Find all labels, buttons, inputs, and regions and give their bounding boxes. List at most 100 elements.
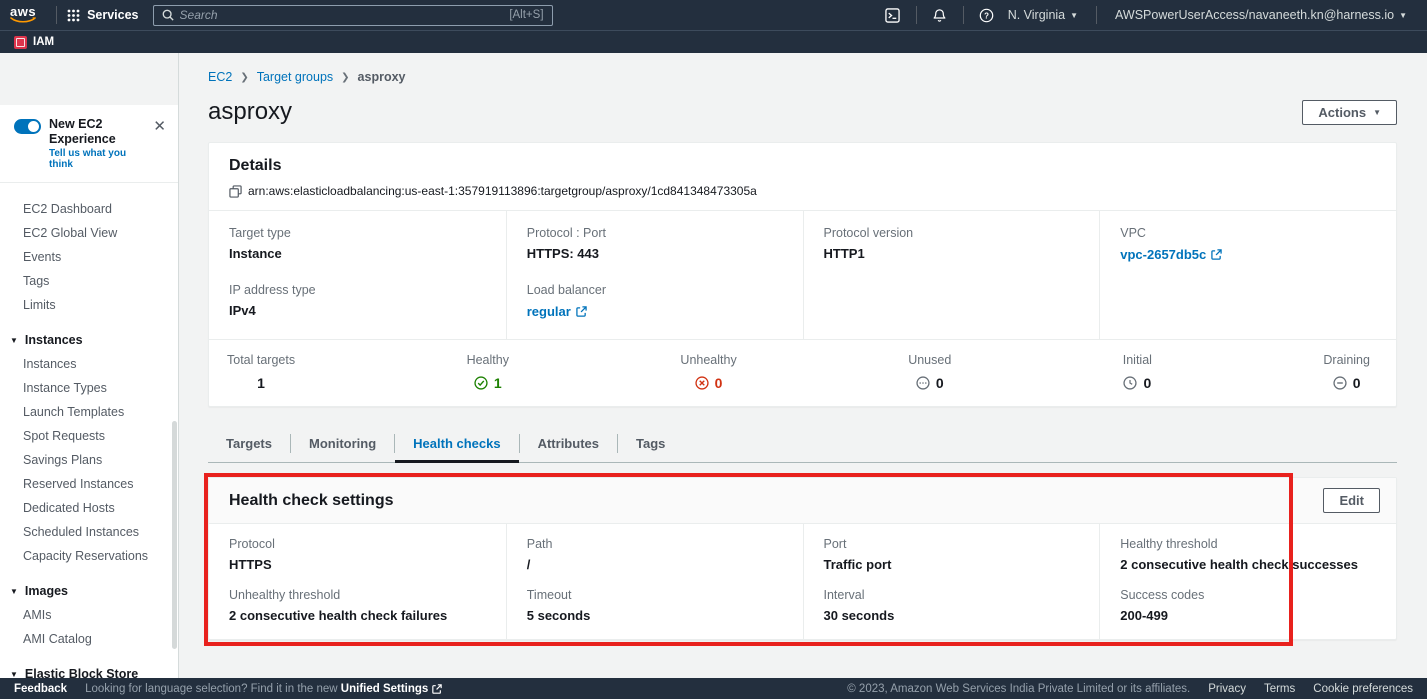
- stat-total-targets: Total targets 1: [227, 353, 295, 391]
- unified-settings-link[interactable]: Unified Settings: [341, 683, 443, 695]
- svg-text:?: ?: [984, 11, 989, 20]
- sidebar-item-events[interactable]: Events: [0, 245, 178, 269]
- account-menu[interactable]: AWSPowerUserAccess/navaneeth.kn@harness.…: [1107, 8, 1415, 22]
- details-panel: Details arn:aws:elasticloadbalancing:us-…: [208, 142, 1397, 407]
- sidebar-section-instances[interactable]: ▼ Instances: [0, 328, 178, 352]
- chevron-down-icon: ▼: [10, 336, 18, 345]
- privacy-link[interactable]: Privacy: [1208, 683, 1246, 695]
- breadcrumb: EC2 ❯ Target groups ❯ asproxy: [208, 70, 1397, 84]
- region-selector[interactable]: N. Virginia ▼: [1000, 8, 1086, 22]
- close-icon[interactable]: ✕: [153, 119, 166, 134]
- field-path: Path /: [527, 537, 783, 572]
- search-icon: [162, 9, 174, 21]
- sidebar-item-amis[interactable]: AMIs: [0, 603, 178, 627]
- load-balancer-link[interactable]: regular: [527, 304, 587, 319]
- sidebar-item-ec2-global-view[interactable]: EC2 Global View: [0, 221, 178, 245]
- targets-summary: Total targets 1 Healthy 1 Unhealthy: [209, 339, 1396, 406]
- terms-link[interactable]: Terms: [1264, 683, 1295, 695]
- main-content: EC2 ❯ Target groups ❯ asproxy asproxy Ac…: [179, 53, 1427, 678]
- unused-ellipsis-icon: [916, 376, 930, 390]
- sidebar-item-ami-catalog[interactable]: AMI Catalog: [0, 627, 178, 651]
- tab-health-checks[interactable]: Health checks: [395, 425, 518, 463]
- sidebar-item-spot-requests[interactable]: Spot Requests: [0, 424, 178, 448]
- stat-initial: Initial 0: [1123, 353, 1152, 391]
- aws-logo[interactable]: aws: [10, 6, 36, 24]
- new-experience-banner: New EC2 Experience Tell us what you thin…: [0, 105, 178, 183]
- sidebar-scrollbar[interactable]: [172, 421, 177, 649]
- vpc-link[interactable]: vpc-2657db5c: [1120, 247, 1222, 262]
- field-success-codes: Success codes 200-499: [1120, 588, 1376, 623]
- aws-console-screen: aws Services [Alt+S]: [0, 0, 1427, 699]
- edit-button[interactable]: Edit: [1323, 488, 1380, 513]
- field-port: Port Traffic port: [824, 537, 1080, 572]
- sidebar-item-savings-plans[interactable]: Savings Plans: [0, 448, 178, 472]
- sidebar-item-scheduled-instances[interactable]: Scheduled Instances: [0, 520, 178, 544]
- sidebar-item-reserved-instances[interactable]: Reserved Instances: [0, 472, 178, 496]
- cloudshell-icon[interactable]: [880, 0, 906, 30]
- new-experience-title: New EC2 Experience: [49, 117, 145, 147]
- chevron-down-icon: ▼: [10, 587, 18, 596]
- sidebar-item-instances[interactable]: Instances: [0, 352, 178, 376]
- new-experience-toggle[interactable]: [14, 119, 41, 134]
- sidebar-item-ec2-dashboard[interactable]: EC2 Dashboard: [0, 197, 178, 221]
- field-unhealthy-threshold: Unhealthy threshold 2 consecutive health…: [229, 588, 486, 623]
- field-healthy-threshold: Healthy threshold 2 consecutive health c…: [1120, 537, 1376, 572]
- healthy-check-icon: [474, 376, 488, 390]
- services-label: Services: [87, 8, 138, 22]
- breadcrumb-ec2[interactable]: EC2: [208, 70, 232, 84]
- sidebar-item-tags[interactable]: Tags: [0, 269, 178, 293]
- divider: [916, 6, 917, 24]
- page-title: asproxy: [208, 98, 292, 126]
- tab-bar: Targets Monitoring Health checks Attribu…: [208, 425, 1397, 463]
- initial-clock-icon: [1123, 376, 1137, 390]
- footer: Feedback Looking for language selection?…: [0, 678, 1427, 699]
- breadcrumb-target-groups[interactable]: Target groups: [257, 70, 333, 84]
- search-input[interactable]: [180, 8, 504, 22]
- divider: [1096, 6, 1097, 24]
- external-link-icon: [432, 684, 442, 694]
- sidebar-item-instance-types[interactable]: Instance Types: [0, 376, 178, 400]
- stat-healthy: Healthy 1: [467, 353, 509, 391]
- copy-icon[interactable]: [229, 185, 242, 198]
- tab-attributes[interactable]: Attributes: [520, 425, 617, 463]
- top-navigation: aws Services [Alt+S]: [0, 0, 1427, 30]
- feedback-link[interactable]: Feedback: [14, 683, 67, 695]
- sidebar-section-images[interactable]: ▼ Images: [0, 579, 178, 603]
- services-menu[interactable]: Services: [67, 8, 138, 22]
- notifications-bell-icon[interactable]: [927, 0, 953, 30]
- field-ip-address-type: IP address type IPv4: [229, 283, 486, 318]
- tab-tags[interactable]: Tags: [618, 425, 683, 463]
- field-protocol-port: Protocol : Port HTTPS: 443: [527, 226, 783, 261]
- field-hc-protocol: Protocol HTTPS: [229, 537, 486, 572]
- sidebar-item-limits[interactable]: Limits: [0, 293, 178, 317]
- sidebar-item-capacity-reservations[interactable]: Capacity Reservations: [0, 544, 178, 568]
- chevron-down-icon: ▼: [10, 670, 18, 679]
- sidebar-item-launch-templates[interactable]: Launch Templates: [0, 400, 178, 424]
- new-experience-feedback-link[interactable]: Tell us what you think: [49, 148, 145, 170]
- sidebar-item-dedicated-hosts[interactable]: Dedicated Hosts: [0, 496, 178, 520]
- caret-down-icon: ▼: [1373, 108, 1381, 117]
- health-check-settings-panel: Health check settings Edit Protocol HTTP…: [208, 477, 1397, 640]
- global-search[interactable]: [Alt+S]: [153, 5, 553, 26]
- tab-monitoring[interactable]: Monitoring: [291, 425, 394, 463]
- language-note: Looking for language selection? Find it …: [85, 683, 442, 695]
- grid-icon: [67, 9, 80, 22]
- search-shortcut: [Alt+S]: [509, 9, 543, 21]
- favorite-iam-link[interactable]: IAM: [33, 36, 54, 48]
- divider: [56, 6, 57, 24]
- cookie-preferences-link[interactable]: Cookie preferences: [1313, 683, 1413, 695]
- caret-down-icon: ▼: [1399, 11, 1407, 20]
- tab-targets[interactable]: Targets: [208, 425, 290, 463]
- external-link-icon: [576, 306, 587, 317]
- sidebar-nav: EC2 Dashboard EC2 Global View Events Tag…: [0, 183, 178, 678]
- field-target-type: Target type Instance: [229, 226, 486, 261]
- field-load-balancer: Load balancer regular: [527, 283, 783, 321]
- sidebar-spacer: [0, 53, 178, 105]
- field-timeout: Timeout 5 seconds: [527, 588, 783, 623]
- help-icon[interactable]: ?: [974, 0, 1000, 30]
- favorites-bar: IAM: [0, 30, 1427, 53]
- unhealthy-x-icon: [695, 376, 709, 390]
- actions-button[interactable]: Actions ▼: [1302, 100, 1397, 125]
- sidebar-section-elastic-block-store[interactable]: ▼ Elastic Block Store: [0, 662, 178, 678]
- target-group-arn: arn:aws:elasticloadbalancing:us-east-1:3…: [248, 184, 757, 198]
